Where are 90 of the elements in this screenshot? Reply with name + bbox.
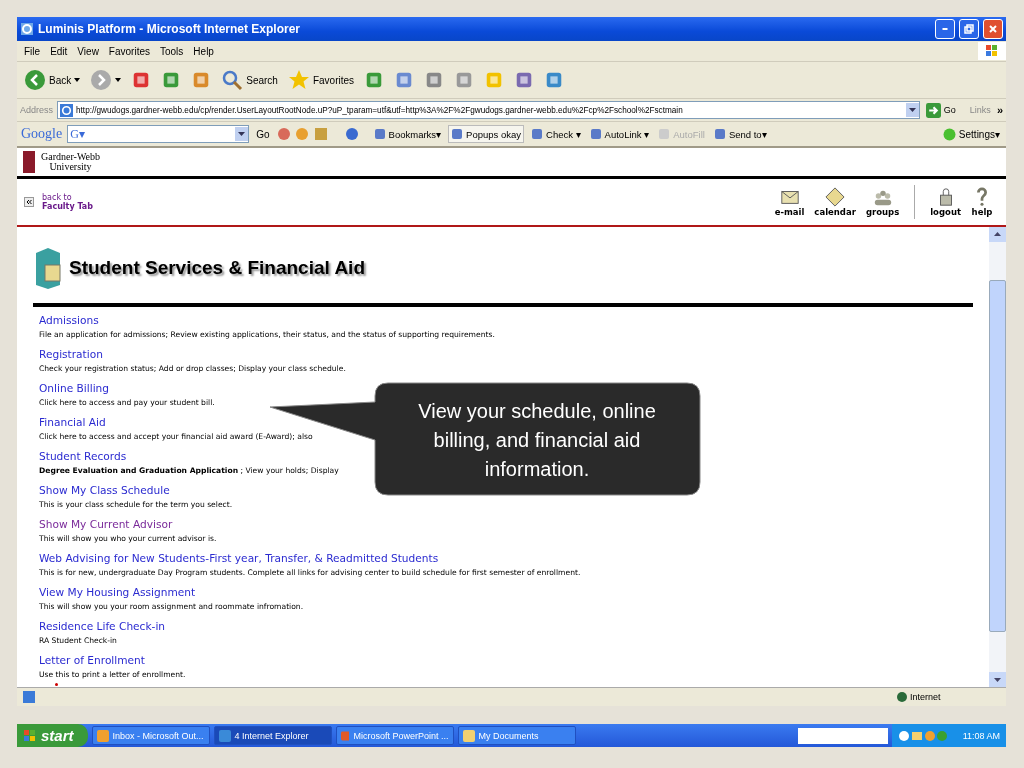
- taskbar-button[interactable]: My Documents: [457, 726, 576, 745]
- minimize-button[interactable]: [935, 19, 955, 39]
- service-link[interactable]: Registration: [39, 347, 103, 362]
- forward-button[interactable]: [88, 69, 124, 91]
- go-button[interactable]: Go: [923, 102, 958, 118]
- google-go-button[interactable]: Go: [254, 128, 272, 140]
- close-button[interactable]: [983, 19, 1003, 39]
- service-link[interactable]: Online Billing: [39, 381, 110, 396]
- google-toolbar-button[interactable]: AutoLink ▾: [587, 128, 652, 140]
- taskbar-button[interactable]: Inbox - Microsoft Out...: [91, 726, 210, 745]
- service-link[interactable]: Web Advising for New Students-First year, Transfer, & Readmitted Students: [39, 551, 439, 566]
- dot-mark: [55, 683, 58, 686]
- more-chevron[interactable]: »: [996, 104, 1006, 116]
- menu-item[interactable]: Help: [193, 45, 214, 57]
- tool-icon: [373, 128, 386, 140]
- service-link[interactable]: Financial Aid: [39, 415, 106, 430]
- help-link[interactable]: help: [968, 187, 996, 217]
- service-link[interactable]: Show My Class Schedule: [39, 483, 170, 498]
- caret-icon: [74, 78, 81, 82]
- tool-icon: [589, 128, 602, 140]
- app-icon: [218, 729, 231, 742]
- callout-text: View your schedule, online billing, and financial aid information.: [417, 399, 657, 482]
- scroll-down-icon[interactable]: [989, 672, 1006, 687]
- university-logo-text: Gardner-Webb University: [41, 152, 100, 172]
- service-link[interactable]: View My Housing Assignment: [39, 585, 196, 600]
- channel-title: Student Services & Financial Aid: [69, 257, 365, 279]
- tool-icon: [713, 128, 726, 140]
- favorites-button[interactable]: Favorites: [285, 69, 357, 91]
- menu-item[interactable]: File: [24, 45, 41, 57]
- search-icon: [221, 69, 244, 91]
- taskbar-button[interactable]: 4 Internet Explorer: [213, 726, 332, 745]
- address-field[interactable]: http://gwudogs.gardner-webb.edu/cp/render.UserLayoutRootNode.uP?uP_tparam=utf&utf=http%3A%2F%2Fgwudogs.gardner-webb.edu%2Fcp%2Fschool%2Fsctmain: [57, 101, 920, 119]
- tool-icon: [658, 128, 671, 140]
- app-icon: [462, 729, 475, 742]
- service-link[interactable]: Admissions: [39, 313, 99, 328]
- google-toolbar-button[interactable]: Send to▾: [711, 128, 769, 140]
- taskbar-button[interactable]: Microsoft PowerPoint ...: [335, 726, 454, 745]
- start-button[interactable]: start: [17, 724, 88, 747]
- dropdown-icon[interactable]: [905, 103, 919, 117]
- back-button[interactable]: Back: [22, 69, 83, 91]
- tool-icon: [451, 128, 464, 140]
- zone-label: Internet: [910, 692, 942, 702]
- google-toolbar-button[interactable]: Check ▾: [529, 128, 583, 140]
- globe-icon: [897, 692, 907, 702]
- close-icon: [988, 24, 998, 34]
- window-title: Luminis Platform - Microsoft Internet Explorer: [38, 22, 301, 36]
- restore-button[interactable]: [959, 19, 979, 39]
- taskbar-search-field[interactable]: [797, 727, 888, 744]
- restore-icon: [964, 24, 974, 34]
- menu-item[interactable]: Tools: [160, 45, 184, 57]
- menu-item[interactable]: View: [77, 45, 99, 57]
- back-link[interactable]: back to Faculty Tab: [42, 193, 93, 211]
- menu-item[interactable]: Edit: [50, 45, 68, 57]
- page-icon: [23, 691, 35, 703]
- scroll-up-icon[interactable]: [989, 227, 1006, 242]
- service-link[interactable]: Letter of Enrollment: [39, 653, 145, 668]
- google-logo: Google: [21, 126, 63, 142]
- back-arrows-icon[interactable]: [24, 197, 34, 207]
- service-link[interactable]: Residence Life Check-in: [39, 619, 166, 634]
- logout-link[interactable]: logout: [927, 187, 964, 217]
- go-arrow-icon: [925, 102, 941, 118]
- google-toolbar-button[interactable]: Popups okay: [448, 125, 524, 143]
- status-dot-icon: [942, 127, 956, 141]
- search-button[interactable]: Search: [219, 69, 280, 91]
- university-logo-icon: [23, 151, 35, 173]
- app-icon: [340, 729, 350, 742]
- google-search-field[interactable]: G▾: [67, 125, 250, 143]
- address-label: Address: [20, 105, 54, 115]
- mail-link[interactable]: e-mail: [771, 187, 808, 217]
- clock: 11:08 AM: [962, 730, 1000, 741]
- browser-icon: [20, 22, 34, 36]
- dropdown-icon[interactable]: [235, 127, 249, 141]
- caret-icon: [115, 78, 122, 82]
- minimize-icon: [942, 28, 948, 30]
- groups-link[interactable]: groups: [862, 187, 903, 217]
- google-toolbar-button[interactable]: Bookmarks▾: [371, 128, 444, 140]
- calendar-link[interactable]: calendar: [811, 187, 859, 217]
- page-icon: [60, 103, 74, 117]
- service-link[interactable]: Student Records: [39, 449, 127, 464]
- windows-flag-icon: [978, 42, 1006, 60]
- notepad-icon: [824, 187, 847, 207]
- tool-icon: [531, 128, 543, 140]
- file-cabinet-icon: [33, 247, 63, 289]
- menu-item[interactable]: Favorites: [108, 45, 150, 57]
- scrollbar[interactable]: [989, 227, 1006, 687]
- app-icon: [96, 729, 109, 742]
- settings-button[interactable]: Settings▾: [940, 127, 1002, 141]
- star-icon: [287, 69, 310, 91]
- windows-flag-icon: [23, 728, 37, 743]
- service-link[interactable]: Show My Current Advisor: [39, 517, 173, 532]
